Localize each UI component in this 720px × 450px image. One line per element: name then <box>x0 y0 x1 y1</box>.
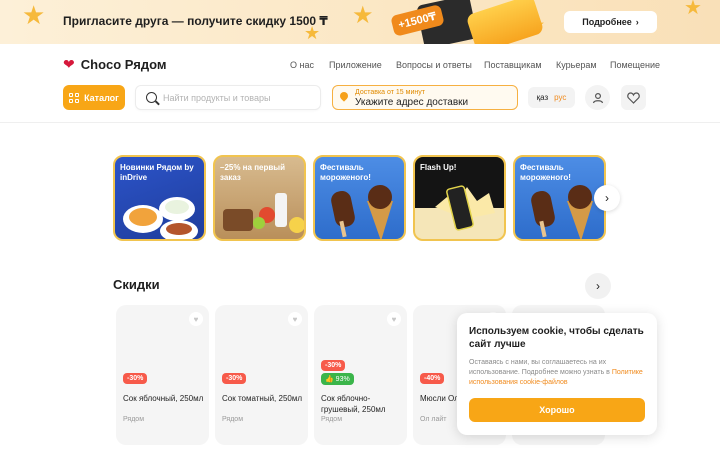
product-brand: Рядом <box>321 416 343 423</box>
ice-cream-image <box>531 185 593 239</box>
ice-cream-image <box>331 185 393 239</box>
search-box[interactable] <box>135 85 321 110</box>
nav-item-about[interactable]: О нас <box>290 60 314 70</box>
energy-drink-image <box>435 185 495 231</box>
product-brand: Рядом <box>222 416 244 423</box>
star-decoration-icon: ★ <box>352 2 374 29</box>
user-icon <box>592 92 603 103</box>
cookie-accept-button[interactable]: Хорошо <box>469 398 645 422</box>
favorite-heart-icon[interactable]: ♥ <box>189 312 203 326</box>
promo-chocolate-image <box>465 0 545 44</box>
story-card[interactable]: –25% на первый заказ <box>213 155 306 241</box>
promo-details-label: Подробнее <box>582 17 632 27</box>
story-card[interactable]: Новинки Рядом by inDrive <box>113 155 206 241</box>
favorites-button[interactable] <box>621 85 646 110</box>
promo-banner[interactable]: ★ ★ ★ ★ ★ Пригласите друга — получите ск… <box>0 0 720 44</box>
story-card[interactable]: Flash Up! <box>413 155 506 241</box>
favorite-heart-icon[interactable]: ♥ <box>387 312 401 326</box>
lang-ru-option[interactable]: рус <box>554 93 566 102</box>
discount-badge: -30% <box>321 360 346 371</box>
delivery-address: Укажите адрес доставки <box>355 97 469 108</box>
heart-logo-icon: ❤ <box>63 56 75 72</box>
nav-item-premises[interactable]: Помещение <box>610 60 660 70</box>
product-brand: Рядом <box>123 416 145 423</box>
cookie-body: Оставаясь с нами, вы соглашаетесь на их … <box>469 359 610 376</box>
nav-item-suppliers[interactable]: Поставщикам <box>484 60 542 70</box>
promo-text: Пригласите друга — получите скидку 1500 … <box>63 14 328 28</box>
product-brand: Ол лайт <box>420 416 447 423</box>
delivery-address-selector[interactable]: Доставка от 15 минут Укажите адрес доста… <box>332 85 518 110</box>
discount-badge: -40% <box>420 373 445 384</box>
favorite-heart-icon[interactable]: ♥ <box>288 312 302 326</box>
star-decoration-icon: ★ <box>22 0 46 30</box>
location-pin-icon <box>338 90 350 102</box>
catalog-label: Каталог <box>84 92 119 103</box>
cookie-title: Используем cookie, чтобы сделать сайт лу… <box>469 326 644 350</box>
search-input[interactable] <box>163 92 313 103</box>
logo[interactable]: ❤ Choco Рядом <box>63 56 167 73</box>
grid-icon <box>69 92 80 103</box>
product-card[interactable]: ♥ -30% Сок яблочный, 250мл Рядом <box>116 305 209 445</box>
product-card[interactable]: ♥ -30% 👍 93% Сок яблочно-грушевый, 250мл… <box>314 305 407 445</box>
stories-next-button[interactable]: › <box>594 185 620 211</box>
story-groceries-image <box>223 193 304 233</box>
search-icon <box>146 92 157 103</box>
product-name: Сок яблочный, 250мл <box>123 394 204 403</box>
product-name: Сок яблочно-грушевый, 250мл <box>321 394 386 414</box>
story-food-image <box>123 197 198 239</box>
story-card[interactable]: Фестиваль мороженого! <box>313 155 406 241</box>
profile-button[interactable] <box>585 85 610 110</box>
cookie-text: Оставаясь с нами, вы соглашаетесь на их … <box>469 358 645 387</box>
header-divider <box>0 122 720 123</box>
catalog-button[interactable]: Каталог <box>63 85 125 110</box>
language-switch[interactable]: қаз рус <box>528 87 575 108</box>
discounts-next-button[interactable]: › <box>585 273 611 299</box>
product-name: Сок томатный, 250мл <box>222 394 303 403</box>
promo-details-button[interactable]: Подробнее › <box>564 11 657 33</box>
rating-value: 93% <box>335 376 350 383</box>
nav-item-faq[interactable]: Вопросы и ответы <box>396 60 472 70</box>
nav-item-app[interactable]: Приложение <box>329 60 382 70</box>
section-title: Скидки <box>113 277 160 292</box>
heart-outline-icon <box>627 91 640 104</box>
chevron-right-icon: › <box>635 17 639 27</box>
delivery-hint: Доставка от 15 минут <box>355 89 425 96</box>
logo-text: Choco Рядом <box>80 57 167 72</box>
nav-item-couriers[interactable]: Курьерам <box>556 60 597 70</box>
cookie-consent-popup: Используем cookie, чтобы сделать сайт лу… <box>457 313 657 435</box>
chevron-right-icon: › <box>605 191 609 205</box>
product-card[interactable]: ♥ -30% Сок томатный, 250мл Рядом <box>215 305 308 445</box>
chevron-right-icon: › <box>596 279 600 293</box>
rating-badge: 👍 93% <box>321 373 354 385</box>
discount-badge: -30% <box>222 373 247 384</box>
lang-kz-option[interactable]: қаз <box>537 93 549 102</box>
discount-badge: -30% <box>123 373 148 384</box>
star-decoration-icon: ★ <box>684 0 702 19</box>
story-card[interactable]: Фестиваль мороженого! <box>513 155 606 241</box>
thumbs-up-icon: 👍 <box>325 376 334 383</box>
